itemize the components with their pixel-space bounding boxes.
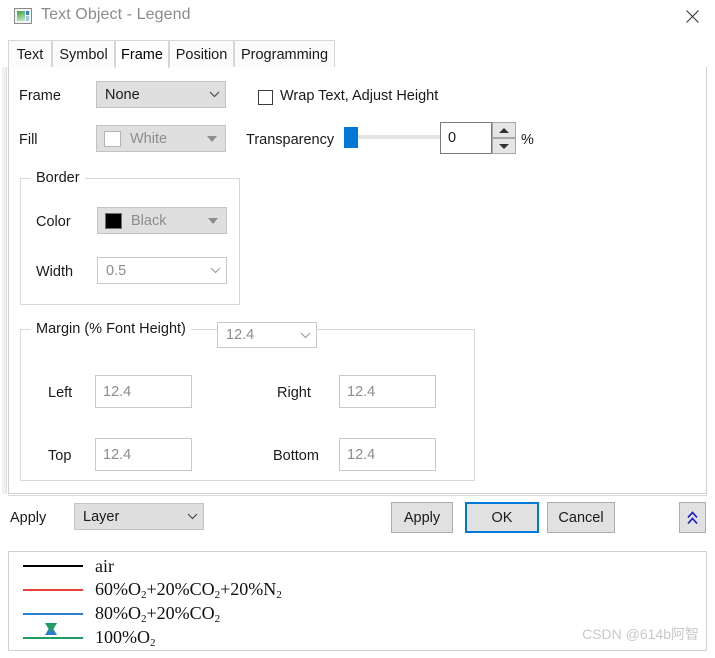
slider-track bbox=[344, 135, 448, 139]
window-title: Text Object - Legend bbox=[41, 6, 191, 23]
tab-frame[interactable]: Frame bbox=[115, 40, 169, 69]
margin-right-input[interactable]: 12.4 bbox=[339, 375, 436, 408]
border-color-select[interactable]: Black bbox=[97, 207, 227, 234]
legend-entry: 100%O2 bbox=[23, 623, 156, 649]
fill-label: Fill bbox=[19, 132, 38, 148]
border-group bbox=[20, 178, 240, 305]
triangle-down-icon bbox=[208, 217, 218, 224]
legend-line bbox=[23, 584, 83, 596]
border-width-label: Width bbox=[36, 264, 74, 280]
frame-label: Frame bbox=[19, 88, 61, 104]
legend-entry: 60%O2+20%CO2+20%N2 bbox=[23, 579, 282, 601]
chevron-down-icon bbox=[294, 332, 316, 339]
arrow-up-icon bbox=[499, 127, 509, 133]
transparency-label: Transparency bbox=[246, 132, 335, 148]
tab-text[interactable]: Text bbox=[8, 40, 52, 68]
transparency-spinner-down[interactable] bbox=[492, 138, 516, 154]
legend-entry: air bbox=[23, 555, 114, 577]
wrap-text-label: Wrap Text, Adjust Height bbox=[280, 88, 439, 104]
fill-select[interactable]: White bbox=[96, 125, 226, 152]
legend-entry-label: 100%O2 bbox=[95, 627, 156, 649]
legend-entry-label: 60%O2+20%CO2+20%N2 bbox=[95, 579, 282, 601]
margin-right-label: Right bbox=[277, 385, 311, 401]
cancel-button[interactable]: Cancel bbox=[547, 502, 615, 533]
legend-line bbox=[23, 608, 83, 635]
legend-line bbox=[23, 560, 83, 572]
panel-left-edge bbox=[2, 67, 7, 494]
apply-scope-label: Apply bbox=[10, 510, 47, 526]
border-color-label: Color bbox=[36, 214, 71, 230]
tab-position[interactable]: Position bbox=[169, 40, 234, 68]
legend-entry-label: 80%O2+20%CO2 bbox=[95, 603, 221, 625]
triangle-down-marker-icon bbox=[45, 623, 57, 649]
footer-divider bbox=[8, 495, 707, 496]
transparency-unit: % bbox=[521, 132, 534, 148]
double-chevron-up-icon bbox=[686, 510, 699, 526]
wrap-text-checkbox[interactable] bbox=[258, 90, 273, 105]
transparency-spinner-up[interactable] bbox=[492, 122, 516, 138]
fill-select-value: White bbox=[130, 130, 168, 147]
chevron-down-icon bbox=[204, 267, 226, 274]
title-bar: Text Object - Legend bbox=[0, 0, 715, 34]
border-width-select[interactable]: 0.5 bbox=[97, 257, 227, 284]
tab-strip: Text Symbol Frame Position Programming bbox=[8, 40, 707, 69]
margin-group-title: Margin (% Font Height) bbox=[31, 321, 191, 337]
ok-button[interactable]: OK bbox=[465, 502, 539, 533]
border-color-value: Black bbox=[131, 212, 167, 229]
margin-bottom-label: Bottom bbox=[273, 448, 319, 464]
image-chart-icon bbox=[14, 8, 32, 24]
triangle-down-icon bbox=[207, 135, 217, 142]
tab-programming[interactable]: Programming bbox=[234, 40, 335, 68]
chevron-down-icon bbox=[203, 91, 225, 98]
margin-bottom-input[interactable]: 12.4 bbox=[339, 438, 436, 471]
dialog-footer: Apply Layer Apply OK Cancel bbox=[0, 495, 715, 549]
close-icon[interactable] bbox=[669, 0, 715, 32]
legend-entry: 80%O2+20%CO2 bbox=[23, 603, 221, 635]
border-group-title: Border bbox=[31, 170, 85, 186]
frame-select[interactable]: None bbox=[96, 81, 226, 108]
border-width-value: 0.5 bbox=[106, 262, 127, 279]
watermark: CSDN @614b阿智 bbox=[582, 626, 699, 642]
arrow-down-icon bbox=[499, 143, 509, 149]
border-color-swatch bbox=[105, 212, 122, 229]
transparency-input[interactable]: 0 bbox=[440, 122, 492, 154]
transparency-slider[interactable] bbox=[344, 127, 448, 148]
legend-line bbox=[23, 623, 83, 649]
margin-left-label: Left bbox=[48, 385, 73, 401]
dialog-window: Text Object - Legend Text Symbol Frame P… bbox=[0, 0, 715, 658]
margin-left-input[interactable]: 12.4 bbox=[95, 375, 192, 408]
chevron-down-icon bbox=[181, 513, 203, 520]
fill-color-swatch bbox=[104, 130, 121, 147]
margin-top-label: Top bbox=[48, 448, 72, 464]
margin-preset-value: 12.4 bbox=[226, 327, 255, 343]
frame-select-value: None bbox=[105, 86, 140, 103]
collapse-button[interactable] bbox=[679, 502, 706, 533]
legend-entry-label: air bbox=[95, 555, 114, 576]
slider-thumb[interactable] bbox=[344, 127, 358, 148]
tab-symbol[interactable]: Symbol bbox=[52, 40, 115, 68]
apply-button[interactable]: Apply bbox=[391, 502, 453, 533]
margin-top-input[interactable]: 12.4 bbox=[95, 438, 192, 471]
apply-scope-value: Layer bbox=[83, 508, 120, 525]
margin-preset-select[interactable]: 12.4 bbox=[217, 322, 317, 348]
frame-tab-panel: Frame None Fill White Wrap Text, Adjust … bbox=[8, 67, 707, 494]
apply-scope-select[interactable]: Layer bbox=[74, 503, 204, 530]
